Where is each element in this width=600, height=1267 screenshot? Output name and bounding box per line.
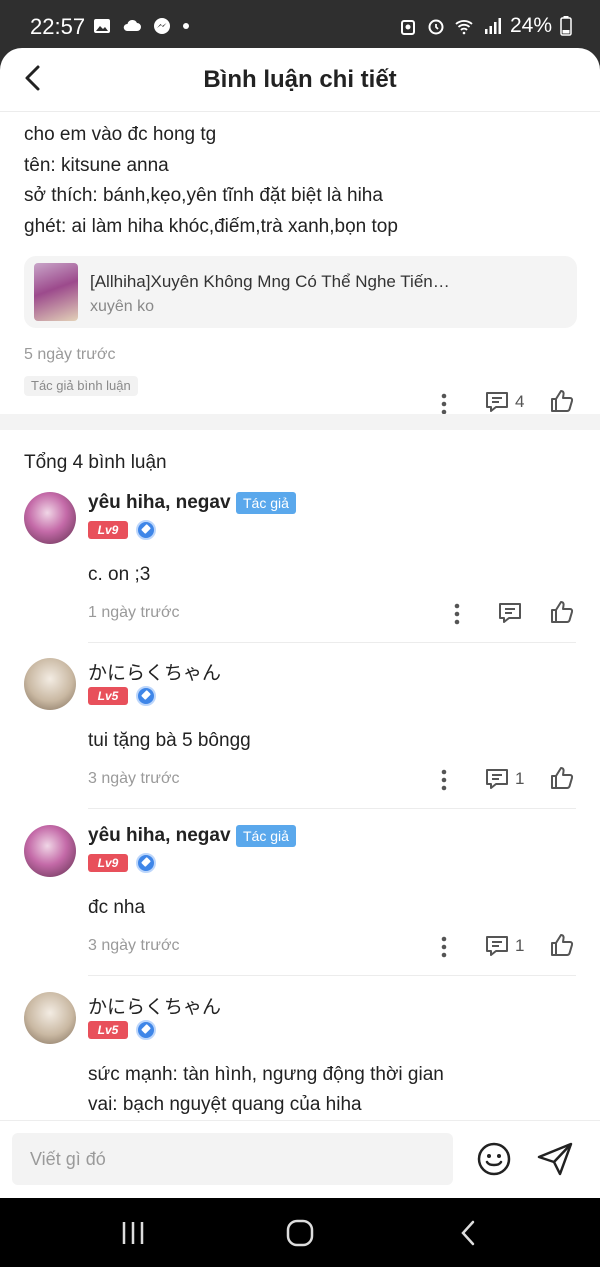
page-title: Bình luận chi tiết <box>203 66 397 93</box>
signal-icon <box>484 18 501 34</box>
section-divider <box>0 414 600 430</box>
work-subtitle: xuyên ko <box>90 298 155 315</box>
comment-line: tên: kitsune anna <box>24 154 169 176</box>
reply-line: tui tặng bà 5 bôngg <box>88 730 251 751</box>
system-nav-bar <box>0 1198 600 1267</box>
battery-icon <box>560 16 572 36</box>
replies-total: Tổng 4 bình luận <box>24 452 167 473</box>
level-gem-icon <box>136 520 156 540</box>
recent-apps-icon[interactable] <box>118 1218 148 1248</box>
reply-separator <box>88 642 576 643</box>
avatar[interactable] <box>24 492 76 544</box>
send-icon[interactable] <box>536 1141 574 1177</box>
reply-text: sức mạnh: tàn hình, ngưng động thời gian… <box>88 1060 444 1120</box>
author-badge: Tác giả <box>236 492 296 514</box>
cloud-icon <box>123 19 141 31</box>
level-gem-icon <box>136 686 156 706</box>
back-nav-icon[interactable] <box>454 1218 484 1248</box>
comment-input[interactable] <box>12 1133 453 1185</box>
work-card[interactable]: [Allhiha]Xuyên Không Mng Có Thể Nghe Tiế… <box>24 256 577 328</box>
battery-percent: 24% <box>509 14 552 37</box>
reply-author-name[interactable]: かにらくちゃん <box>88 658 221 685</box>
reply-line: vai: bạch nguyệt quang của hiha <box>88 1094 362 1115</box>
reply-text: tui tặng bà 5 bôngg <box>88 726 251 756</box>
reply-line: sức mạnh: tàn hình, ngưng động thời gian <box>88 1064 444 1085</box>
more-icon[interactable] <box>434 935 454 959</box>
status-time: 22:57 <box>30 14 86 39</box>
alarm-icon <box>428 19 444 35</box>
comment-detail-sheet: Bình luận chi tiết cho em vào đc hong tg… <box>0 48 600 1198</box>
comment-icon <box>486 769 508 789</box>
reply-count-button[interactable]: 1 <box>484 767 524 791</box>
reply-author-name[interactable]: かにらくちゃん <box>88 992 221 1019</box>
reply-author-name[interactable]: yêu hiha, negav <box>88 492 231 514</box>
comment-line: cho em vào đc hong tg <box>24 124 217 145</box>
more-icon[interactable] <box>434 392 454 416</box>
reply-separator <box>88 808 576 809</box>
reply-text: c. on ;3 <box>88 560 150 590</box>
reply-text: đc nha <box>88 893 145 923</box>
reply-count: 1 <box>515 936 525 955</box>
avatar[interactable] <box>24 658 76 710</box>
header: Bình luận chi tiết <box>0 48 600 112</box>
comment-icon[interactable] <box>497 601 523 625</box>
like-icon[interactable] <box>549 599 575 625</box>
dot-icon <box>183 23 189 29</box>
like-icon[interactable] <box>549 388 575 414</box>
reply-time: 3 ngày trước <box>88 937 180 954</box>
author-badge: Tác giả <box>236 825 296 847</box>
reply-count: 4 <box>515 392 525 411</box>
level-badge: Lv9 <box>88 521 128 539</box>
reply-author-name[interactable]: yêu hiha, negav <box>88 825 231 847</box>
level-badge: Lv9 <box>88 854 128 872</box>
reply-time: 1 ngày trước <box>88 604 180 621</box>
home-icon[interactable] <box>285 1218 315 1248</box>
comment-composer <box>0 1120 600 1198</box>
level-badge: Lv5 <box>88 687 128 705</box>
comment-time: 5 ngày trước <box>24 346 116 363</box>
work-cover-image <box>34 263 78 321</box>
comment-line: ghét: ai làm hiha khóc,điếm,trà xanh,bọn… <box>24 215 398 237</box>
level-gem-icon <box>136 853 156 873</box>
more-icon[interactable] <box>434 768 454 792</box>
wifi-icon <box>455 20 473 35</box>
reply-separator <box>88 975 576 976</box>
work-title: [Allhiha]Xuyên Không Mng Có Thể Nghe Tiế… <box>90 272 450 291</box>
reply-line: đc nha <box>88 897 146 918</box>
original-comment-text: cho em vào đc hong tg tên: kitsune anna … <box>24 120 398 242</box>
vpn-icon <box>400 20 415 35</box>
avatar[interactable] <box>24 992 76 1044</box>
comment-icon <box>486 392 508 412</box>
author-comment-tag: Tác giả bình luận <box>24 376 138 396</box>
reply-count: 1 <box>515 769 525 788</box>
messenger-icon <box>154 18 170 34</box>
reply-count-button[interactable]: 1 <box>484 934 524 958</box>
more-icon[interactable] <box>447 602 467 626</box>
reply-time: 3 ngày trước <box>88 770 180 787</box>
avatar[interactable] <box>24 825 76 877</box>
like-icon[interactable] <box>549 932 575 958</box>
level-gem-icon <box>136 1020 156 1040</box>
reply-count-button[interactable]: 4 <box>484 390 524 414</box>
comment-line: sở thích: bánh,kẹo,yên tĩnh đặt biệt là … <box>24 185 383 206</box>
level-badge: Lv5 <box>88 1021 128 1039</box>
comment-icon <box>486 936 508 956</box>
image-icon <box>94 19 110 33</box>
reply-line: c. on ;3 <box>88 564 151 585</box>
like-icon[interactable] <box>549 765 575 791</box>
smiley-icon[interactable] <box>476 1141 512 1177</box>
